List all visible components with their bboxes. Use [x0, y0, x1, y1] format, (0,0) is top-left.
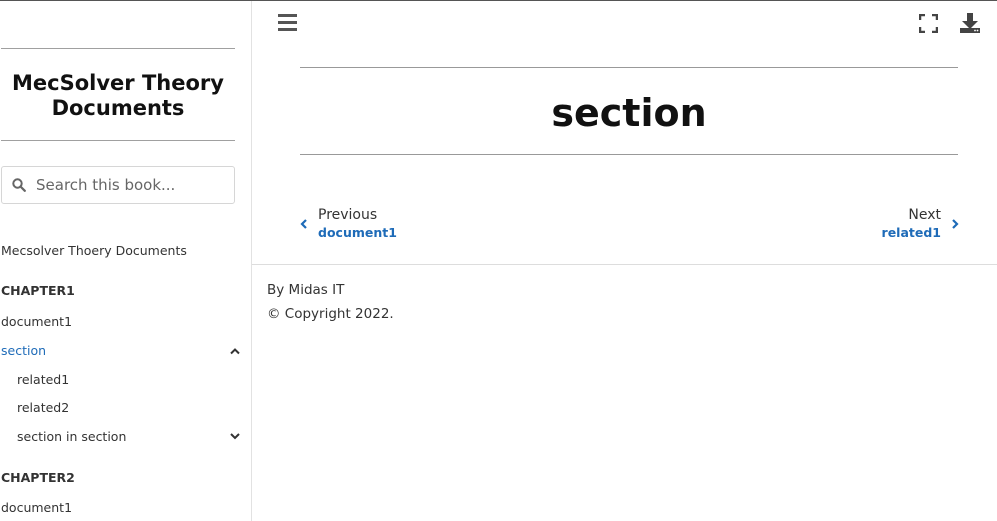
next-target: related1 — [881, 225, 941, 240]
previous-caption: Previous — [318, 207, 378, 223]
sidebar-item-section-in-section[interactable]: section in section — [17, 429, 126, 444]
footer: By Midas IT © Copyright 2022. — [267, 278, 394, 326]
title-top-divider — [300, 67, 958, 68]
previous-target: document1 — [318, 225, 397, 240]
sidebar-item-document1[interactable]: document1 — [1, 314, 72, 329]
main-content: section Previous document1 Next related1… — [252, 1, 997, 521]
footer-divider — [252, 264, 997, 265]
page-title: section — [551, 91, 707, 135]
chevron-down-icon[interactable] — [229, 430, 241, 442]
search-input[interactable] — [36, 176, 216, 194]
previous-page-link[interactable]: Previous document1 — [300, 207, 397, 241]
sidebar-item-chapter2-document1[interactable]: document1 — [1, 500, 72, 515]
next-caption: Next — [908, 207, 941, 223]
fullscreen-icon[interactable] — [919, 14, 938, 33]
chevron-up-icon[interactable] — [229, 345, 241, 357]
menu-icon[interactable] — [278, 14, 297, 32]
footer-copyright: © Copyright 2022. — [267, 306, 394, 322]
sidebar-root-link[interactable]: Mecsolver Thoery Documents — [1, 243, 187, 258]
search-icon — [12, 178, 26, 192]
chevron-right-icon — [952, 219, 959, 229]
sidebar-item-section[interactable]: section — [1, 343, 46, 358]
search-box[interactable] — [1, 166, 235, 204]
sidebar-top-divider — [1, 48, 235, 49]
next-page-link[interactable]: Next related1 — [882, 207, 959, 241]
footer-author: By Midas IT — [267, 282, 345, 298]
download-icon[interactable] — [959, 12, 981, 34]
sidebar: MecSolver Theory Documents Mecsolver Tho… — [0, 1, 252, 521]
sidebar-chapter-2[interactable]: CHAPTER2 — [1, 470, 75, 485]
title-bottom-divider — [300, 154, 958, 155]
chevron-left-icon — [300, 219, 307, 229]
book-title[interactable]: MecSolver Theory Documents — [1, 71, 235, 121]
sidebar-item-related2[interactable]: related2 — [17, 400, 69, 415]
sidebar-item-related1[interactable]: related1 — [17, 372, 69, 387]
sidebar-chapter-1[interactable]: CHAPTER1 — [1, 283, 75, 298]
sidebar-title-divider — [1, 140, 235, 141]
